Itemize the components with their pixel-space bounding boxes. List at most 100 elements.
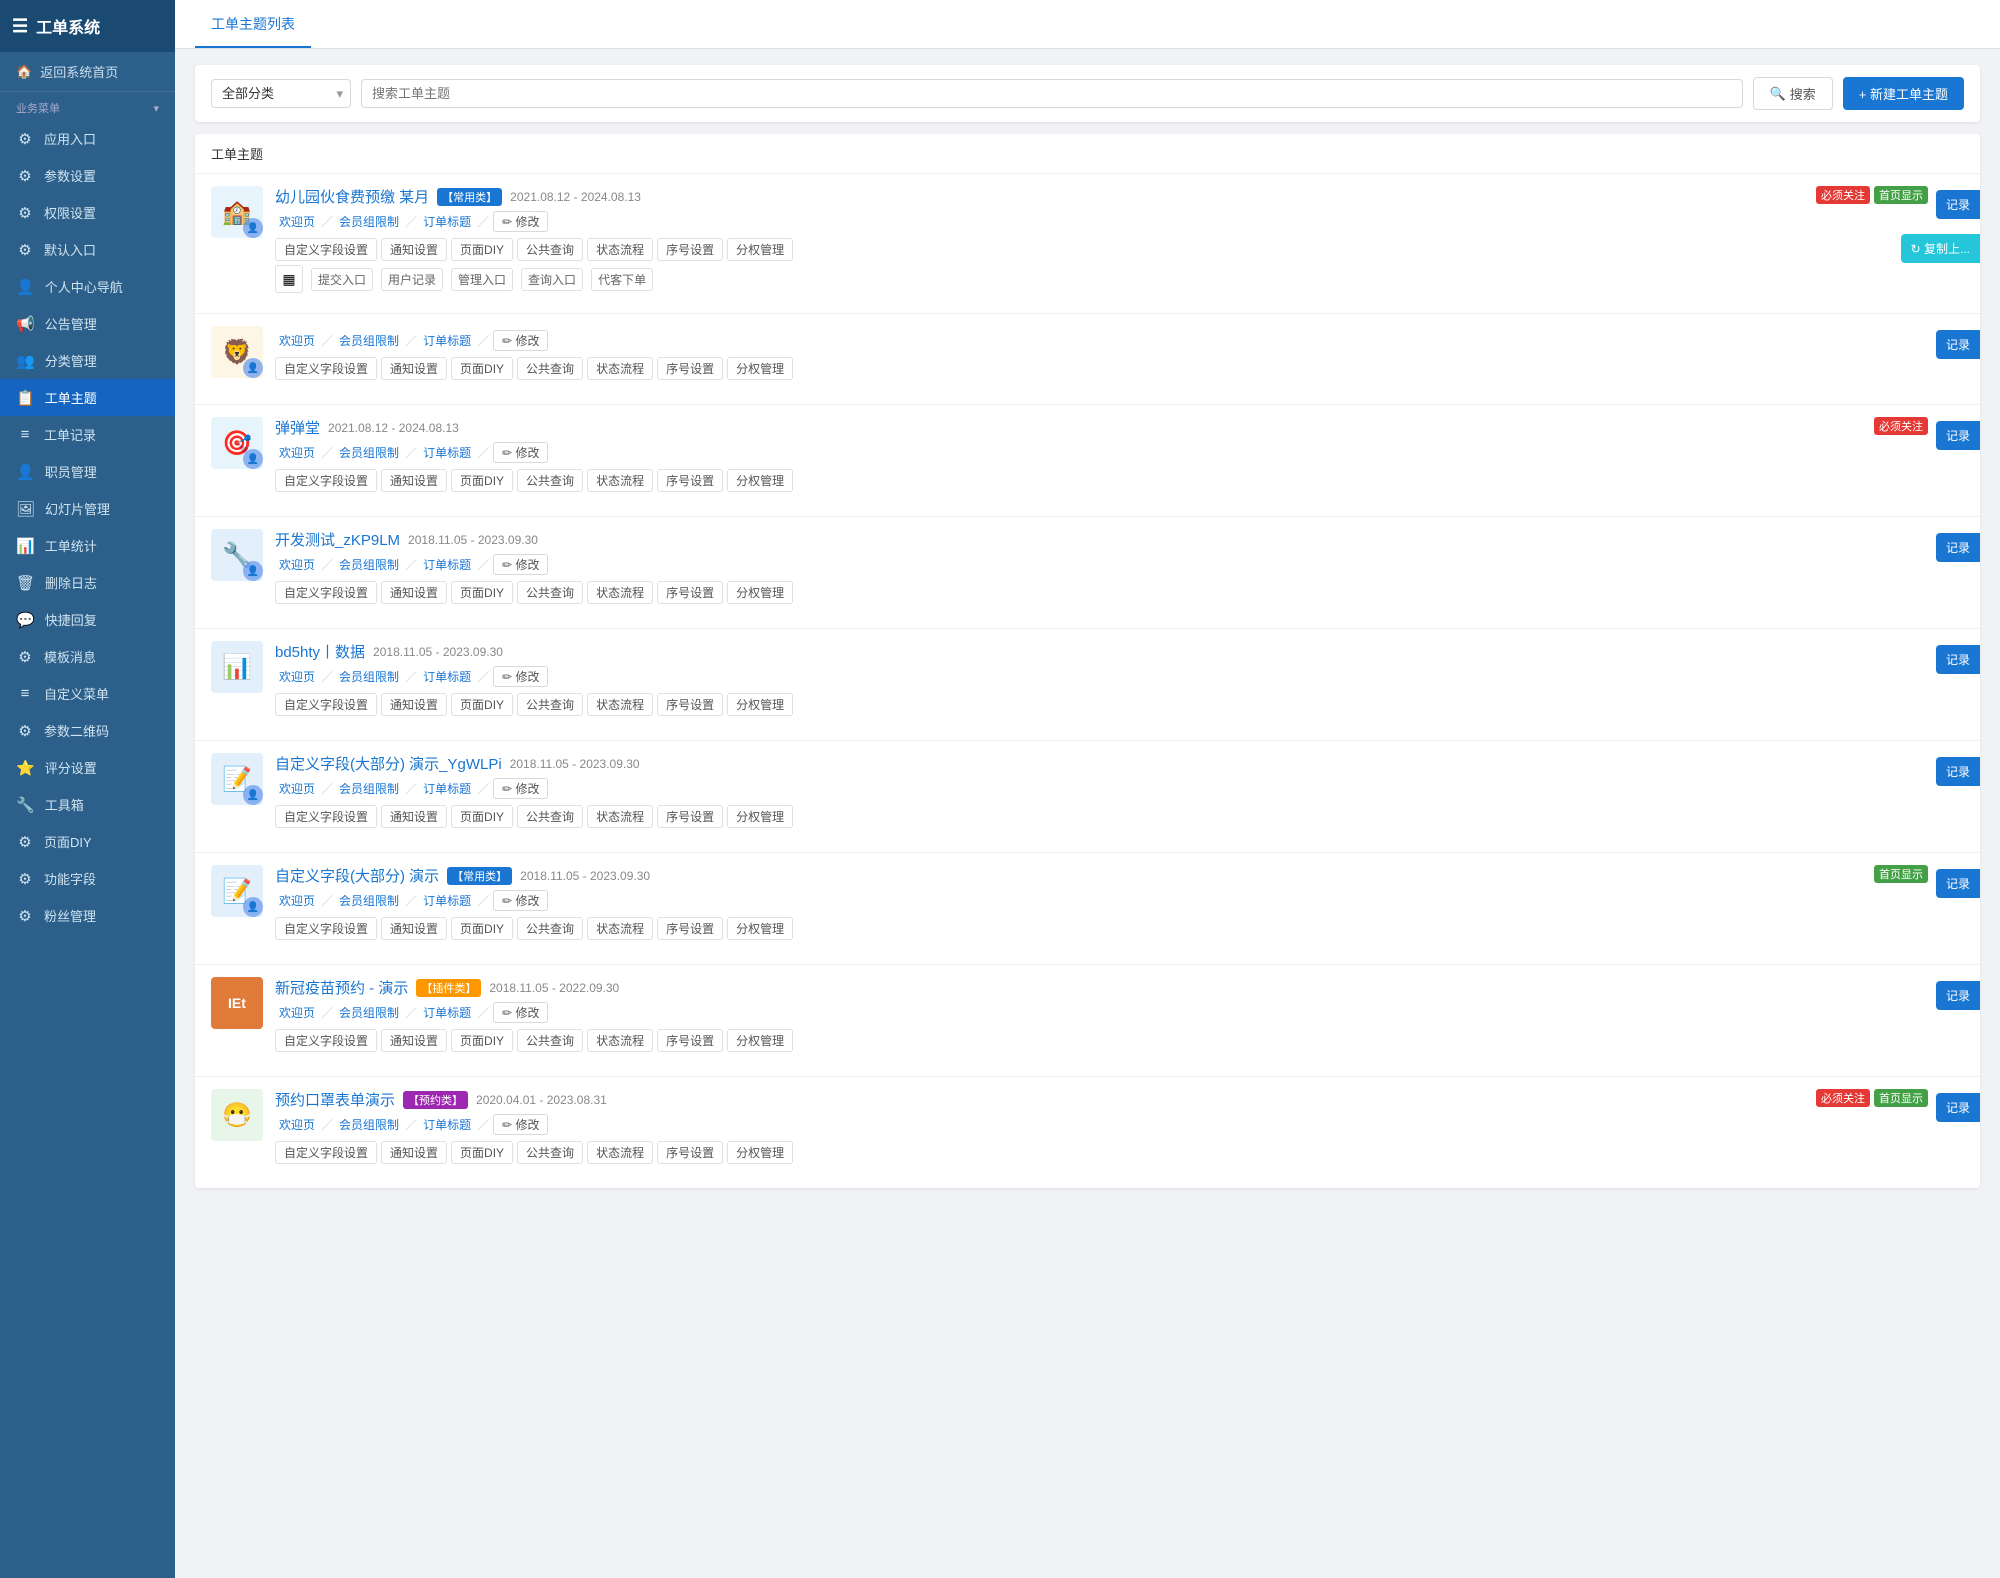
setting-btn[interactable]: 序号设置 bbox=[657, 805, 723, 828]
edit-button[interactable]: ✏ 修改 bbox=[493, 211, 548, 232]
setting-btn[interactable]: 状态流程 bbox=[587, 469, 653, 492]
setting-btn[interactable]: 通知设置 bbox=[381, 1029, 447, 1052]
setting-btn[interactable]: 公共查询 bbox=[517, 805, 583, 828]
action-link[interactable]: 会员组限制 bbox=[335, 1002, 403, 1023]
setting-btn[interactable]: 通知设置 bbox=[381, 693, 447, 716]
sidebar-item-page-diy[interactable]: ⚙页面DIY bbox=[0, 823, 175, 860]
bottom-link[interactable]: 用户记录 bbox=[381, 268, 443, 291]
action-link[interactable]: 订单标题 bbox=[419, 1002, 475, 1023]
sidebar-item-param-settings[interactable]: ⚙参数设置 bbox=[0, 157, 175, 194]
record-button[interactable]: 记录 bbox=[1936, 645, 1980, 674]
action-link[interactable]: 欢迎页 bbox=[275, 330, 319, 351]
topic-title[interactable]: 自定义字段(大部分) 演示 bbox=[275, 865, 439, 886]
action-link[interactable]: 欢迎页 bbox=[275, 890, 319, 911]
action-link[interactable]: 订单标题 bbox=[419, 442, 475, 463]
record-button[interactable]: 记录 bbox=[1936, 421, 1980, 450]
setting-btn[interactable]: 序号设置 bbox=[657, 917, 723, 940]
topic-title[interactable]: 预约口罩表单演示 bbox=[275, 1089, 395, 1110]
action-link[interactable]: 欢迎页 bbox=[275, 1002, 319, 1023]
setting-btn[interactable]: 自定义字段设置 bbox=[275, 1141, 377, 1164]
setting-btn[interactable]: 状态流程 bbox=[587, 581, 653, 604]
setting-btn[interactable]: 分权管理 bbox=[727, 357, 793, 380]
setting-btn[interactable]: 状态流程 bbox=[587, 917, 653, 940]
action-link[interactable]: 订单标题 bbox=[419, 778, 475, 799]
record-button[interactable]: 记录 bbox=[1936, 190, 1980, 219]
setting-btn[interactable]: 页面DIY bbox=[451, 917, 513, 940]
topic-title[interactable]: 弹弹堂 bbox=[275, 417, 320, 438]
action-link[interactable]: 订单标题 bbox=[419, 211, 475, 232]
setting-btn[interactable]: 页面DIY bbox=[451, 1029, 513, 1052]
setting-btn[interactable]: 分权管理 bbox=[727, 917, 793, 940]
setting-btn[interactable]: 公共查询 bbox=[517, 238, 583, 261]
setting-btn[interactable]: 公共查询 bbox=[517, 469, 583, 492]
record-button[interactable]: 记录 bbox=[1936, 533, 1980, 562]
qr-icon[interactable]: ▦ bbox=[275, 265, 303, 293]
action-link[interactable]: 欢迎页 bbox=[275, 554, 319, 575]
bottom-link[interactable]: 管理入口 bbox=[451, 268, 513, 291]
sidebar-item-delete-log[interactable]: 🗑删除日志 bbox=[0, 564, 175, 601]
action-link[interactable]: 会员组限制 bbox=[335, 442, 403, 463]
setting-btn[interactable]: 分权管理 bbox=[727, 693, 793, 716]
action-link[interactable]: 欢迎页 bbox=[275, 778, 319, 799]
tab-topic-list[interactable]: 工单主题列表 bbox=[195, 0, 311, 48]
action-link[interactable]: 订单标题 bbox=[419, 554, 475, 575]
sidebar-item-template-msg[interactable]: ⚙模板消息 bbox=[0, 638, 175, 675]
setting-btn[interactable]: 自定义字段设置 bbox=[275, 1029, 377, 1052]
edit-button[interactable]: ✏ 修改 bbox=[493, 442, 548, 463]
setting-btn[interactable]: 分权管理 bbox=[727, 238, 793, 261]
setting-btn[interactable]: 自定义字段设置 bbox=[275, 469, 377, 492]
action-link[interactable]: 订单标题 bbox=[419, 1114, 475, 1135]
topic-title[interactable]: 幼儿园伙食费预缴 某月 bbox=[275, 186, 429, 207]
setting-btn[interactable]: 分权管理 bbox=[727, 581, 793, 604]
sidebar-item-custom-menu[interactable]: ≡自定义菜单 bbox=[0, 675, 175, 712]
setting-btn[interactable]: 序号设置 bbox=[657, 693, 723, 716]
setting-btn[interactable]: 通知设置 bbox=[381, 805, 447, 828]
topic-title[interactable]: bd5hty丨数据 bbox=[275, 641, 365, 662]
new-topic-button[interactable]: + 新建工单主题 bbox=[1843, 77, 1964, 110]
action-link[interactable]: 欢迎页 bbox=[275, 666, 319, 687]
record-button[interactable]: 记录 bbox=[1936, 757, 1980, 786]
search-button[interactable]: 🔍 搜索 bbox=[1753, 77, 1833, 110]
setting-btn[interactable]: 页面DIY bbox=[451, 1141, 513, 1164]
setting-btn[interactable]: 自定义字段设置 bbox=[275, 805, 377, 828]
action-link[interactable]: 欢迎页 bbox=[275, 1114, 319, 1135]
sidebar-item-rating-settings[interactable]: ⭐评分设置 bbox=[0, 749, 175, 786]
sidebar-item-toolbox[interactable]: 🔧工具箱 bbox=[0, 786, 175, 823]
action-link[interactable]: 会员组限制 bbox=[335, 211, 403, 232]
edit-button[interactable]: ✏ 修改 bbox=[493, 778, 548, 799]
setting-btn[interactable]: 通知设置 bbox=[381, 469, 447, 492]
sidebar-item-func-field[interactable]: ⚙功能字段 bbox=[0, 860, 175, 897]
setting-btn[interactable]: 页面DIY bbox=[451, 238, 513, 261]
setting-btn[interactable]: 公共查询 bbox=[517, 917, 583, 940]
edit-button[interactable]: ✏ 修改 bbox=[493, 554, 548, 575]
sidebar-item-ticket-stats[interactable]: 📊工单统计 bbox=[0, 527, 175, 564]
category-select[interactable]: 全部分类 bbox=[211, 79, 351, 108]
sidebar-item-default-entry[interactable]: ⚙默认入口 bbox=[0, 231, 175, 268]
bottom-link[interactable]: 查询入口 bbox=[521, 268, 583, 291]
setting-btn[interactable]: 序号设置 bbox=[657, 238, 723, 261]
setting-btn[interactable]: 分权管理 bbox=[727, 1141, 793, 1164]
sidebar-item-category-mgmt[interactable]: 👥分类管理 bbox=[0, 342, 175, 379]
record-button[interactable]: 记录 bbox=[1936, 981, 1980, 1010]
setting-btn[interactable]: 公共查询 bbox=[517, 581, 583, 604]
setting-btn[interactable]: 状态流程 bbox=[587, 805, 653, 828]
setting-btn[interactable]: 通知设置 bbox=[381, 238, 447, 261]
setting-btn[interactable]: 页面DIY bbox=[451, 805, 513, 828]
action-link[interactable]: 会员组限制 bbox=[335, 330, 403, 351]
setting-btn[interactable]: 自定义字段设置 bbox=[275, 693, 377, 716]
topic-title[interactable]: 自定义字段(大部分) 演示_YgWLPi bbox=[275, 753, 502, 774]
setting-btn[interactable]: 状态流程 bbox=[587, 693, 653, 716]
setting-btn[interactable]: 状态流程 bbox=[587, 357, 653, 380]
setting-btn[interactable]: 页面DIY bbox=[451, 581, 513, 604]
setting-btn[interactable]: 分权管理 bbox=[727, 1029, 793, 1052]
bottom-link[interactable]: 代客下单 bbox=[591, 268, 653, 291]
setting-btn[interactable]: 状态流程 bbox=[587, 1029, 653, 1052]
setting-btn[interactable]: 分权管理 bbox=[727, 805, 793, 828]
setting-btn[interactable]: 公共查询 bbox=[517, 357, 583, 380]
setting-btn[interactable]: 状态流程 bbox=[587, 1141, 653, 1164]
action-link[interactable]: 欢迎页 bbox=[275, 442, 319, 463]
action-link[interactable]: 订单标题 bbox=[419, 330, 475, 351]
setting-btn[interactable]: 状态流程 bbox=[587, 238, 653, 261]
action-link[interactable]: 订单标题 bbox=[419, 890, 475, 911]
setting-btn[interactable]: 自定义字段设置 bbox=[275, 357, 377, 380]
